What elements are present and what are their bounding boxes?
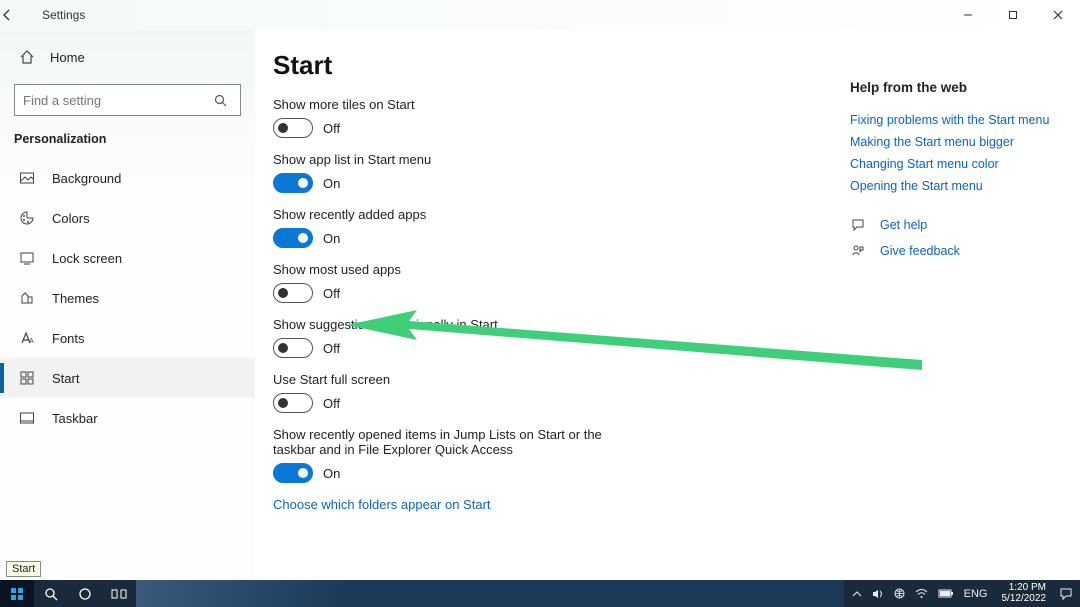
sidebar-item-start[interactable]: Start [0,358,255,398]
themes-icon [18,289,36,307]
setting-label: Show more tiles on Start [273,97,693,112]
category-label: Personalization [0,126,255,158]
setting-label: Show recently opened items in Jump Lists… [273,427,633,457]
toggle-show-app-list[interactable] [273,173,313,193]
toggle-full-screen[interactable] [273,393,313,413]
toggle-state: Off [323,121,340,136]
help-link[interactable]: Changing Start menu color [850,157,1050,171]
sidebar-item-label: Taskbar [52,411,98,426]
toggle-state: On [323,176,340,191]
sidebar-item-taskbar[interactable]: Taskbar [0,398,255,438]
setting-label: Show recently added apps [273,207,693,222]
toggle-suggestions[interactable] [273,338,313,358]
setting-recently-added: Show recently added apps On [273,207,693,248]
help-link[interactable]: Fixing problems with the Start menu [850,113,1050,127]
tray-globe-icon[interactable] [894,588,905,599]
home-nav[interactable]: Home [0,38,255,76]
minimize-button[interactable] [945,0,990,30]
taskbar-cortana-button[interactable] [68,580,102,607]
tray-volume-icon[interactable] [872,589,884,599]
window-title: Settings [30,8,85,22]
toggle-state: On [323,466,340,481]
feedback-link[interactable]: Give feedback [880,244,960,258]
help-panel: Help from the web Fixing problems with t… [850,80,1050,259]
taskbar-running-apps[interactable] [136,580,844,607]
tray-date: 5/12/2022 [1002,594,1047,605]
lock-screen-icon [18,249,36,267]
sidebar-item-label: Start [52,371,79,386]
sidebar-item-label: Background [52,171,121,186]
titlebar: Settings [0,0,1080,30]
tray-time: 1:20 PM [1009,583,1046,594]
help-chat-icon [850,217,866,233]
sidebar-item-themes[interactable]: Themes [0,278,255,318]
start-button[interactable] [0,580,34,607]
sidebar-item-lock-screen[interactable]: Lock screen [0,238,255,278]
toggle-jump-lists[interactable] [273,463,313,483]
background-icon [18,169,36,187]
taskbar: ENG 1:20 PM 5/12/2022 [0,580,1080,607]
sidebar-item-label: Fonts [52,331,85,346]
tray-wifi-icon[interactable] [915,589,928,599]
page-heading: Start [273,50,1080,81]
search-icon [214,94,240,107]
get-help-row: Get help [850,217,1050,233]
tray-language[interactable]: ENG [964,588,988,600]
choose-folders-link[interactable]: Choose which folders appear on Start [273,497,1080,512]
back-button[interactable] [0,8,30,22]
toggle-recently-added[interactable] [273,228,313,248]
setting-most-used: Show most used apps Off [273,262,693,303]
help-link[interactable]: Making the Start menu bigger [850,135,1050,149]
help-link[interactable]: Opening the Start menu [850,179,1050,193]
setting-suggestions: Show suggestions occasionally in Start O… [273,317,693,358]
sidebar-item-label: Lock screen [52,251,122,266]
toggle-state: Off [323,396,340,411]
toggle-most-used[interactable] [273,283,313,303]
setting-label: Show suggestions occasionally in Start [273,317,693,332]
home-label: Home [50,50,85,65]
setting-full-screen: Use Start full screen Off [273,372,693,413]
tray-battery-icon[interactable] [938,589,954,598]
setting-show-app-list: Show app list in Start menu On [273,152,693,193]
sidebar-item-background[interactable]: Background [0,158,255,198]
search-input[interactable] [15,93,214,108]
get-help-link[interactable]: Get help [880,218,927,232]
close-button[interactable] [1035,0,1080,30]
home-icon [18,48,36,66]
sidebar-item-colors[interactable]: Colors [0,198,255,238]
sidebar: Home Personalization Background Colors L… [0,30,255,580]
feedback-icon [850,243,866,259]
help-heading: Help from the web [850,80,1050,95]
taskbar-search-button[interactable] [34,580,68,607]
maximize-button[interactable] [990,0,1035,30]
search-box[interactable] [14,84,241,116]
system-tray: ENG 1:20 PM 5/12/2022 [844,580,1080,607]
tray-action-center-icon[interactable] [1060,588,1072,600]
sidebar-item-fonts[interactable]: A Fonts [0,318,255,358]
toggle-state: On [323,231,340,246]
start-icon [18,369,36,387]
toggle-show-more-tiles[interactable] [273,118,313,138]
setting-label: Show most used apps [273,262,693,277]
task-view-button[interactable] [102,580,136,607]
setting-jump-lists: Show recently opened items in Jump Lists… [273,427,693,483]
sidebar-item-label: Themes [52,291,99,306]
feedback-row: Give feedback [850,243,1050,259]
fonts-icon: A [18,329,36,347]
setting-show-more-tiles: Show more tiles on Start Off [273,97,693,138]
toggle-state: Off [323,286,340,301]
svg-text:A: A [29,338,34,345]
toggle-state: Off [323,341,340,356]
setting-label: Use Start full screen [273,372,693,387]
tray-clock[interactable]: 1:20 PM 5/12/2022 [998,583,1051,604]
tray-chevron-icon[interactable] [852,589,862,599]
taskbar-icon [18,409,36,427]
colors-icon [18,209,36,227]
sidebar-item-label: Colors [52,211,90,226]
setting-label: Show app list in Start menu [273,152,693,167]
start-tooltip: Start [6,561,41,577]
